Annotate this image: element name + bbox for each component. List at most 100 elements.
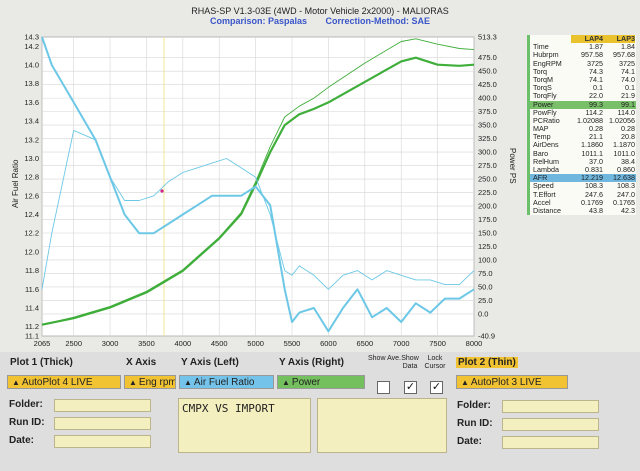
comparison-label: Comparison: Paspalas	[209, 16, 307, 26]
x-tick-label: 5500	[284, 339, 301, 348]
show-data-checkbox[interactable]: ✓	[404, 381, 417, 394]
y-tick-label: 11.2	[25, 322, 39, 331]
y2-tick-label: 513.3	[478, 33, 497, 42]
panel-row-name: Hubrpm	[533, 51, 559, 60]
y-tick-label: 11.8	[25, 266, 39, 275]
y2-tick-label: 125.0	[478, 242, 497, 251]
date-label: Date:	[9, 435, 35, 446]
x-tick-label: 3500	[138, 339, 155, 348]
y2-tick-label: 275.0	[478, 161, 497, 170]
y-tick-labels: 14.314.2 14.0 13.8 13.6 13.4 13.2 13.0 12.8 12.6…	[24, 33, 39, 341]
dropdown-arrow-icon: ▲	[461, 378, 469, 387]
dropdown-arrow-icon: ▲	[184, 378, 192, 387]
y-tick-label: 12.0	[24, 247, 39, 256]
run-id2-label: Run ID:	[457, 418, 493, 429]
y2-tick-label: 200.0	[478, 202, 497, 211]
y-tick-label: 11.6	[25, 285, 39, 294]
panel-row-name: PowFly	[533, 108, 557, 117]
y-tick-label: 12.8	[24, 173, 39, 182]
y2-tick-label: 350.0	[478, 121, 497, 130]
y2-tick-label: 300.0	[478, 148, 497, 157]
panel-row-name: AirDens	[533, 141, 559, 150]
date-field[interactable]	[54, 435, 151, 448]
x-tick-label: 7000	[393, 339, 410, 348]
panel-row-name: MAP	[533, 125, 549, 134]
folder-field[interactable]	[54, 399, 151, 412]
panel-row-name: Lambda	[533, 166, 559, 174]
dropdown-arrow-icon: ▲	[129, 378, 137, 387]
notes-field[interactable]: CMPX VS IMPORT	[178, 398, 311, 453]
x-tick-label: 4500	[211, 339, 228, 348]
y2-tick-label: 75.0	[478, 269, 493, 278]
y-axis-right-label: Y Axis (Right)	[279, 357, 345, 368]
y-axis-left-select[interactable]: ▲ Air Fuel Ratio	[179, 375, 274, 389]
correction-label: Correction-Method: SAE	[325, 16, 431, 26]
y2-tick-label: 50.0	[478, 282, 493, 291]
plot1-select[interactable]: ▲ AutoPlot 4 LIVE	[7, 375, 121, 389]
panel-row-name: Accel	[533, 198, 551, 207]
y-axis-label: Air Fuel Ratio	[11, 159, 20, 208]
date2-field[interactable]	[502, 436, 599, 449]
run-id-field[interactable]	[54, 417, 151, 430]
y-tick-label: 14.2	[24, 42, 39, 51]
y2-tick-label: 450.0	[478, 67, 497, 76]
panel-row: Distance 43.8 42.3	[530, 205, 636, 215]
y-tick-label: 14.0	[24, 61, 39, 70]
lock-cursor-label: Lock Cursor	[424, 355, 446, 370]
panel-row-name: T.Effort	[533, 190, 556, 199]
y2-tick-label: 0.0	[478, 309, 488, 318]
y-tick-label: 12.6	[24, 191, 39, 200]
y-tick-label: 11.1	[25, 332, 39, 341]
notes-field-2[interactable]	[317, 398, 447, 453]
y2-axis-label: Power PS	[508, 148, 517, 184]
x-tick-label: 4000	[175, 339, 192, 348]
panel-row-name: Torq	[533, 67, 547, 76]
y2-tick-label: 175.0	[478, 215, 497, 224]
plot2-select[interactable]: ▲ AutoPlot 3 LIVE	[456, 375, 568, 389]
y-tick-label: 13.8	[24, 79, 39, 88]
y-tick-label: 13.4	[24, 117, 39, 126]
y2-tick-label: 425.0	[478, 80, 497, 89]
panel-row-name: Time	[533, 43, 549, 52]
x-tick-label: 6500	[356, 339, 373, 348]
checkmark-icon: ✓	[431, 381, 442, 393]
run-id2-field[interactable]	[502, 418, 599, 431]
plot1-label: Plot 1 (Thick)	[10, 357, 73, 368]
panel-row-name: TorqS	[533, 84, 552, 93]
y-tick-label: 14.3	[24, 33, 39, 42]
plot-area	[41, 36, 475, 337]
panel-row-value: 42.3	[621, 205, 635, 215]
panel-row-name: Distance	[533, 206, 561, 215]
y2-tick-label: 100.0	[478, 255, 497, 264]
x-tick-label: 5000	[247, 339, 264, 348]
controls-panel: Plot 1 (Thick) X Axis Y Axis (Left) Y Ax…	[0, 352, 640, 471]
panel-row-name: RelHum	[533, 157, 559, 166]
x-tick-label: 2500	[65, 339, 82, 348]
y2-tick-label: 225.0	[478, 188, 497, 197]
panel-row-name: Baro	[533, 149, 549, 158]
y2-tick-label: -40.9	[478, 332, 495, 341]
y-tick-label: 11.4	[25, 303, 39, 312]
panel-row: TorqM 74.1 74.0	[530, 75, 636, 84]
y-tick-label: 13.6	[24, 98, 39, 107]
date2-label: Date:	[457, 436, 483, 447]
panel-row-value: 43.8	[589, 205, 603, 215]
y-axis-right-select[interactable]: ▲ Power	[277, 375, 365, 389]
afr-power-chart[interactable]: 2065 2500 3000 3500 4000 4500 5000 5500 6000 6500…	[0, 28, 525, 350]
x-tick-label: 7500	[429, 339, 446, 348]
panel-row-name: Power	[533, 100, 554, 109]
panel-row-name: Speed	[533, 182, 554, 191]
x-axis-select[interactable]: ▲ Eng rpm	[124, 375, 176, 389]
show-ave-checkbox[interactable]	[377, 381, 390, 394]
folder2-field[interactable]	[502, 400, 599, 413]
checkmark-icon: ✓	[405, 381, 416, 393]
window-title: RHAS-SP V1.3-03E (4WD - Motor Vehicle 2x…	[191, 6, 449, 16]
y-tick-label: 13.0	[24, 154, 39, 163]
lock-cursor-checkbox[interactable]: ✓	[430, 381, 443, 394]
folder-label: Folder:	[9, 399, 43, 410]
y2-tick-label: 25.0	[478, 296, 493, 305]
dropdown-arrow-icon: ▲	[282, 378, 290, 387]
panel-row-name: TorqM	[533, 75, 553, 84]
panel-row-name: Temp	[533, 133, 551, 142]
y-tick-label: 12.2	[24, 229, 39, 238]
